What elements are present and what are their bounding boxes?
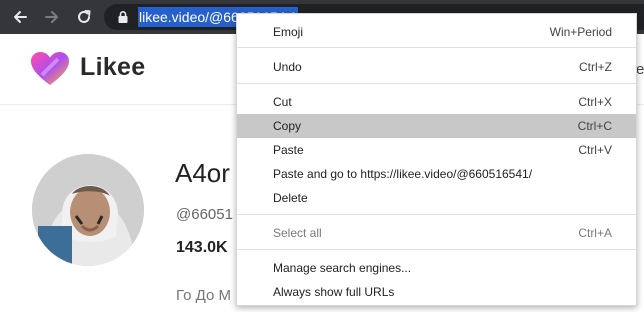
context-menu: Emoji Win+Period Undo Ctrl+Z Cut Ctrl+X …	[236, 13, 637, 306]
menu-item-label: Paste	[273, 143, 304, 157]
likee-heart-logo-icon[interactable]	[30, 51, 70, 87]
menu-separator	[237, 83, 636, 84]
menu-item-copy[interactable]: Copy Ctrl+C	[237, 114, 636, 138]
menu-item-always-show-full-urls[interactable]: Always show full URLs	[237, 280, 636, 304]
menu-item-shortcut: Ctrl+A	[578, 226, 612, 240]
profile-name: A4or	[175, 158, 230, 188]
reload-button[interactable]	[72, 5, 96, 29]
menu-separator	[237, 249, 636, 250]
menu-separator	[237, 47, 636, 48]
back-button[interactable]	[8, 5, 32, 29]
site-logo-text[interactable]: Likee	[80, 53, 145, 82]
forward-button[interactable]	[40, 5, 64, 29]
menu-item-label: Manage search engines...	[273, 261, 412, 275]
reload-icon	[78, 10, 91, 23]
back-arrow-icon	[14, 11, 27, 23]
menu-item-label: Emoji	[273, 25, 304, 39]
menu-item-select-all[interactable]: Select all Ctrl+A	[237, 221, 636, 245]
menu-separator	[237, 214, 636, 215]
menu-item-label: Delete	[273, 191, 308, 205]
menu-item-delete[interactable]: Delete	[237, 186, 636, 210]
menu-item-emoji[interactable]: Emoji Win+Period	[237, 20, 636, 44]
menu-item-manage-search-engines[interactable]: Manage search engines...	[237, 256, 636, 280]
avatar-photo	[32, 154, 144, 266]
menu-item-cut[interactable]: Cut Ctrl+X	[237, 90, 636, 114]
menu-item-shortcut: Ctrl+Z	[579, 60, 612, 74]
profile-avatar[interactable]	[32, 154, 144, 266]
menu-item-label: Copy	[273, 119, 302, 133]
profile-bio: Го До М	[176, 287, 231, 304]
menu-item-shortcut: Ctrl+V	[578, 143, 612, 157]
menu-item-label: Always show full URLs	[273, 285, 395, 299]
forward-arrow-icon	[45, 11, 58, 23]
header-nav-partial[interactable]: e	[636, 61, 644, 78]
menu-item-paste[interactable]: Paste Ctrl+V	[237, 138, 636, 162]
menu-item-label: Paste and go to https://likee.video/@660…	[273, 167, 533, 181]
menu-item-label: Undo	[273, 60, 302, 74]
profile-follower-count: 143.0K	[176, 239, 228, 256]
menu-item-paste-and-go[interactable]: Paste and go to https://likee.video/@660…	[237, 162, 636, 186]
menu-item-shortcut: Win+Period	[549, 25, 612, 39]
menu-item-shortcut: Ctrl+C	[577, 119, 612, 133]
menu-item-undo[interactable]: Undo Ctrl+Z	[237, 55, 636, 79]
profile-handle: @66051	[176, 206, 233, 223]
screen: likee.video/@66051654 1 Likee e A4or @66…	[0, 0, 644, 312]
menu-item-shortcut: Ctrl+X	[578, 95, 612, 109]
menu-item-label: Cut	[273, 95, 292, 109]
lock-icon	[118, 11, 128, 23]
menu-item-label: Select all	[273, 226, 322, 240]
